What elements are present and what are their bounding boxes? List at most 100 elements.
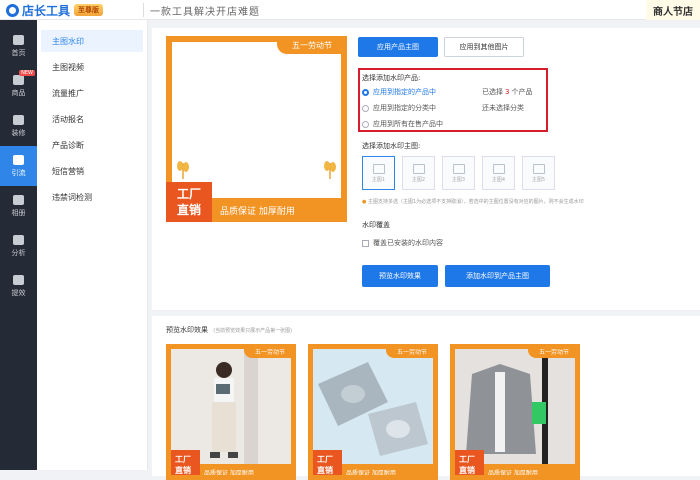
nav-item-efficiency[interactable]: 提效 xyxy=(0,266,37,306)
status-pre: 已选择 xyxy=(482,88,503,96)
factory-line1: 工厂 xyxy=(459,455,475,464)
radio-icon xyxy=(362,120,369,128)
thumb-label: 主图4 xyxy=(491,176,506,183)
option-label: 应用到所有在售产品中 xyxy=(373,120,443,128)
factory-line1: 工厂 xyxy=(176,187,201,201)
tab-apply-main[interactable]: 应用产品主图 xyxy=(358,37,438,57)
app-logo[interactable]: 店长工具 至尊版 xyxy=(6,1,104,19)
overlay-checkbox[interactable]: 覆盖已安装的水印内容 xyxy=(362,238,443,248)
section-title: 预览水印效果 xyxy=(166,326,208,334)
watermark-slogan: 品质保证 加厚耐用 xyxy=(342,464,433,475)
chart-icon xyxy=(13,234,24,245)
nav-item-decorate[interactable]: 装修 xyxy=(0,106,37,146)
app-name: 店长工具 xyxy=(22,3,71,18)
checkbox-icon xyxy=(362,239,369,247)
thumb-main-1[interactable]: 主图1 xyxy=(362,156,395,190)
add-watermark-button[interactable]: 添加水印到产品主图 xyxy=(445,265,550,287)
subnav-item-event[interactable]: 活动报名 xyxy=(41,108,143,130)
nav-item-album[interactable]: 相册 xyxy=(0,186,37,226)
user-icon xyxy=(13,154,24,165)
watermark-factory-label: 工厂 直销 xyxy=(171,450,200,475)
nav-label: 分析 xyxy=(11,248,26,257)
watermark-settings-card: 五一劳动节 工厂 直销 品质保证 加厚耐用 应用产品主图 应用到其他图片 选择添… xyxy=(152,28,700,310)
watermark-preview: 五一劳动节 工厂 直销 品质保证 加厚耐用 xyxy=(166,36,347,222)
watermark-tag: 五一劳动节 xyxy=(244,349,291,358)
option-label: 应用到指定的产品中 xyxy=(373,88,436,96)
product-select-label: 选择添加水印产品: xyxy=(362,74,421,82)
nav-label: 首页 xyxy=(11,48,26,57)
nav-item-product[interactable]: NEW 商品 xyxy=(0,66,37,106)
radio-specific-products[interactable]: 应用到指定的产品中 xyxy=(362,87,436,97)
checkbox-label: 覆盖已安装的水印内容 xyxy=(373,239,443,247)
preview-result-card: 预览水印效果 (当前预览效果只展示产品第一张图) 五一劳动节 工厂 直销 品质保… xyxy=(152,316,700,480)
header-slogan: 一款工具解决开店难题 xyxy=(150,7,260,18)
watermark-factory-label: 工厂 直销 xyxy=(313,450,342,475)
factory-line1: 工厂 xyxy=(175,455,191,464)
watermark-tag: 五一劳动节 xyxy=(277,36,347,54)
radio-icon xyxy=(362,88,369,96)
preview-product-card: 五一劳动节 工厂 直销 品质保证 加厚耐用 xyxy=(450,344,580,480)
home-icon xyxy=(13,34,24,45)
nav-item-home[interactable]: 首页 xyxy=(0,26,37,66)
factory-line1: 工厂 xyxy=(317,455,333,464)
subnav-item-banned-words[interactable]: 违禁词检测 xyxy=(41,186,143,208)
nav-label: 提效 xyxy=(11,288,26,297)
nav-label: 装修 xyxy=(11,128,26,137)
thumb-main-2[interactable]: 主图2 xyxy=(402,156,435,190)
subnav-item-video[interactable]: 主图视频 xyxy=(41,56,143,78)
image-icon xyxy=(492,163,505,174)
thumb-label: 主图3 xyxy=(451,176,466,183)
radio-icon xyxy=(362,104,369,112)
thumb-main-4[interactable]: 主图4 xyxy=(482,156,515,190)
main-image-label: 选择添加水印主图: xyxy=(362,142,421,150)
overlay-label: 水印覆盖 xyxy=(362,221,390,229)
promo-banner[interactable]: 商人节店 xyxy=(646,0,700,20)
nav-item-analysis[interactable]: 分析 xyxy=(0,226,37,266)
image-icon xyxy=(532,163,545,174)
image-icon xyxy=(412,163,425,174)
image-icon xyxy=(372,163,385,174)
info-icon: ● xyxy=(362,199,367,205)
watermark-slogan: 品质保证 加厚耐用 xyxy=(212,198,347,222)
nav-label: 相册 xyxy=(11,208,26,217)
thumb-main-3[interactable]: 主图3 xyxy=(442,156,475,190)
selected-count: 已选择 3 个产品 xyxy=(482,87,532,97)
factory-line2: 直销 xyxy=(175,466,191,475)
thumb-label: 主图5 xyxy=(531,176,546,183)
image-icon xyxy=(452,163,465,174)
category-status: 还未选择分类 xyxy=(482,104,524,112)
image-icon xyxy=(13,194,24,205)
watermark-slogan: 品质保证 加厚耐用 xyxy=(484,464,575,475)
subnav-item-watermark[interactable]: 主图水印 xyxy=(41,30,143,52)
factory-line2: 直销 xyxy=(317,466,333,475)
watermark-factory-label: 工厂 直销 xyxy=(166,182,212,222)
preview-section-title: 预览水印效果 (当前预览效果只展示产品第一张图) xyxy=(166,325,292,335)
subnav-item-diagnosis[interactable]: 产品诊断 xyxy=(41,134,143,156)
preview-product-card: 五一劳动节 工厂 直销 品质保证 加厚耐用 xyxy=(166,344,296,480)
watermark-banner: 工厂 直销 品质保证 加厚耐用 xyxy=(166,180,347,222)
hint-text: 主图支持多选（主图1为必选项不支持取消），若选中的主图位置没有对应的图片，则不会… xyxy=(367,199,584,205)
watermark-slogan: 品质保证 加厚耐用 xyxy=(200,464,291,475)
tab-apply-other[interactable]: 应用到其他图片 xyxy=(444,37,524,57)
factory-line2: 直销 xyxy=(459,466,475,475)
subnav-item-promotion[interactable]: 流量推广 xyxy=(41,82,143,104)
radio-category[interactable]: 应用到指定的分类中 xyxy=(362,103,436,113)
main-content: 五一劳动节 工厂 直销 品质保证 加厚耐用 应用产品主图 应用到其他图片 选择添… xyxy=(148,20,700,480)
radio-all-products[interactable]: 应用到所有在售产品中 xyxy=(362,119,443,129)
factory-line2: 直销 xyxy=(176,203,201,217)
preview-product-card: 五一劳动节 工厂 直销 品质保证 加厚耐用 xyxy=(308,344,438,480)
subnav-item-sms[interactable]: 短信营销 xyxy=(41,160,143,182)
option-label: 应用到指定的分类中 xyxy=(373,104,436,112)
edition-badge: 至尊版 xyxy=(74,4,104,16)
wheat-icon xyxy=(177,161,189,179)
thumb-main-5[interactable]: 主图5 xyxy=(522,156,555,190)
tools-icon xyxy=(13,114,24,125)
preview-watermark-button[interactable]: 预览水印效果 xyxy=(362,265,438,287)
status-num: 3 xyxy=(505,88,510,96)
sub-nav: 主图水印 主图视频 流量推广 活动报名 产品诊断 短信营销 违禁词检测 xyxy=(37,20,148,470)
nav-item-traffic[interactable]: 引流 xyxy=(0,146,37,186)
thumb-label: 主图1 xyxy=(371,176,386,183)
main-image-hint: ● 主图支持多选（主图1为必选项不支持取消），若选中的主图位置没有对应的图片，则… xyxy=(362,198,697,205)
watermark-factory-label: 工厂 直销 xyxy=(455,450,484,475)
watermark-tag: 五一劳动节 xyxy=(386,349,433,358)
